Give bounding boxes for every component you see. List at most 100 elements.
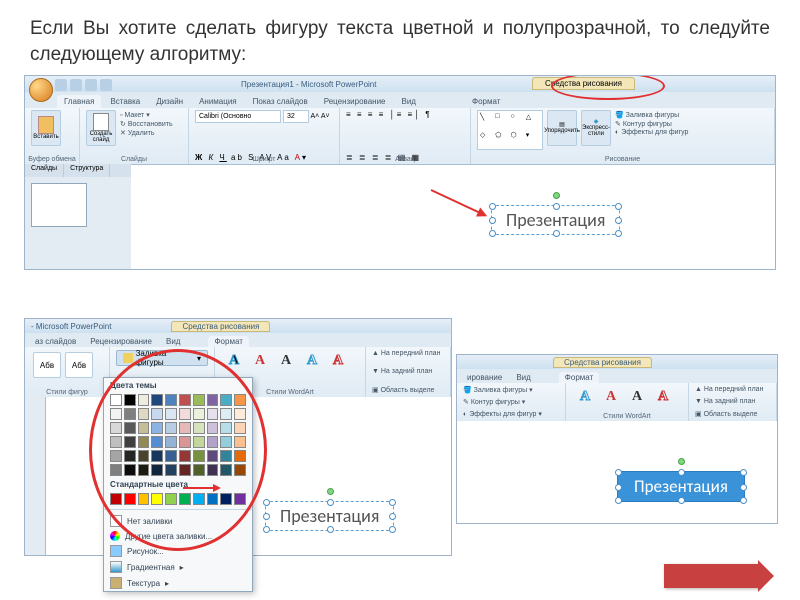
slide-canvas[interactable]: Презентация [457, 421, 777, 523]
wordart-style[interactable]: A [599, 386, 623, 408]
color-swatch[interactable] [207, 464, 219, 476]
tab-design[interactable]: Дизайн [149, 95, 190, 108]
tab-home[interactable]: Главная [57, 95, 101, 108]
color-swatch[interactable] [165, 408, 177, 420]
shape-effects-button[interactable]: ◐ Эффекты для фигур ▾ [463, 410, 559, 418]
textbox-sample[interactable]: Презентация [265, 501, 394, 531]
color-swatch[interactable] [151, 450, 163, 462]
tab-format[interactable]: Формат [465, 95, 507, 108]
color-swatch[interactable] [165, 436, 177, 448]
color-swatch[interactable] [220, 422, 232, 434]
color-swatch[interactable] [193, 464, 205, 476]
color-swatch[interactable] [193, 493, 205, 505]
tab-insert[interactable]: Вставка [103, 95, 147, 108]
color-swatch[interactable] [179, 408, 191, 420]
color-swatch[interactable] [151, 408, 163, 420]
color-swatch[interactable] [124, 464, 136, 476]
color-swatch[interactable] [138, 436, 150, 448]
texture-fill-option[interactable]: Текстура ▸ [104, 575, 252, 591]
color-swatch[interactable] [220, 436, 232, 448]
shape-effects-button[interactable]: ◐ Эффекты для фигур [615, 129, 688, 136]
color-swatch[interactable] [207, 408, 219, 420]
tab-view[interactable]: Вид [160, 336, 186, 347]
quick-styles-button[interactable]: ◆Экспресс-стили [581, 110, 611, 146]
tab-review-partial[interactable]: ирование [461, 372, 508, 383]
color-swatch[interactable] [138, 394, 150, 406]
tab-slideshow[interactable]: Показ слайдов [246, 95, 315, 108]
color-swatch[interactable] [124, 422, 136, 434]
wordart-style[interactable]: A [274, 350, 298, 372]
color-swatch[interactable] [138, 493, 150, 505]
panel-tab-outline[interactable]: Структура [64, 164, 110, 177]
wordart-style[interactable]: A [300, 350, 324, 372]
more-colors-option[interactable]: Другие цвета заливки... [104, 529, 252, 543]
shape-fill-button[interactable]: 🪣 Заливка фигуры [615, 111, 688, 119]
tab-review[interactable]: Рецензирование [84, 336, 158, 347]
color-swatch[interactable] [165, 394, 177, 406]
font-name-combo[interactable]: Calibri (Основно [195, 110, 281, 123]
wordart-style[interactable]: A [651, 386, 675, 408]
color-swatch[interactable] [110, 464, 122, 476]
reset-button[interactable]: ↻ Восстановить [120, 120, 173, 128]
arrange-button[interactable]: ▤Упорядочить [547, 110, 577, 146]
color-swatch[interactable] [138, 422, 150, 434]
contextual-tab-drawing-tools[interactable]: Средства рисования [171, 321, 270, 332]
color-swatch[interactable] [193, 394, 205, 406]
color-swatch[interactable] [193, 450, 205, 462]
delete-button[interactable]: ✕ Удалить [120, 129, 173, 137]
tab-animation[interactable]: Анимация [192, 95, 244, 108]
color-swatch[interactable] [138, 464, 150, 476]
next-step-arrow[interactable] [664, 564, 760, 588]
color-swatch[interactable] [165, 493, 177, 505]
bring-front-button[interactable]: ▲ На передний план [695, 386, 770, 393]
color-swatch[interactable] [207, 493, 219, 505]
color-swatch[interactable] [110, 493, 122, 505]
color-swatch[interactable] [179, 493, 191, 505]
color-swatch[interactable] [124, 493, 136, 505]
color-swatch[interactable] [207, 436, 219, 448]
tab-view[interactable]: Вид [395, 95, 423, 108]
tab-format[interactable]: Формат [208, 336, 248, 347]
send-back-button[interactable]: ▼ На задний план [372, 368, 444, 375]
wordart-style[interactable]: A [326, 350, 350, 372]
color-swatch[interactable] [151, 422, 163, 434]
shape-fill-dropdown[interactable]: Заливка фигуры ▾ [116, 350, 208, 366]
color-swatch[interactable] [165, 450, 177, 462]
color-swatch[interactable] [179, 394, 191, 406]
color-swatch[interactable] [234, 394, 246, 406]
color-swatch[interactable] [234, 422, 246, 434]
wordart-style[interactable]: A [222, 350, 246, 372]
gradient-fill-option[interactable]: Градиентная ▸ [104, 559, 252, 575]
color-swatch[interactable] [234, 436, 246, 448]
color-swatch[interactable] [207, 394, 219, 406]
color-swatch[interactable] [179, 450, 191, 462]
color-swatch[interactable] [220, 493, 232, 505]
slide-thumbnail[interactable] [31, 183, 87, 227]
shape-style-preset[interactable]: Абв [65, 352, 93, 378]
color-swatch[interactable] [193, 408, 205, 420]
color-swatch[interactable] [220, 408, 232, 420]
no-fill-option[interactable]: Нет заливки [104, 513, 252, 529]
color-swatch[interactable] [220, 464, 232, 476]
color-swatch[interactable] [110, 394, 122, 406]
shape-fill-button[interactable]: 🪣 Заливка фигуры ▾ [463, 386, 559, 394]
color-swatch[interactable] [124, 450, 136, 462]
send-back-button[interactable]: ▼ На задний план [695, 398, 770, 405]
color-swatch[interactable] [207, 450, 219, 462]
color-swatch[interactable] [110, 408, 122, 420]
color-swatch[interactable] [151, 464, 163, 476]
color-swatch[interactable] [207, 422, 219, 434]
color-swatch[interactable] [138, 408, 150, 420]
picture-fill-option[interactable]: Рисунок... [104, 543, 252, 559]
shape-outline-button[interactable]: ✎ Контур фигуры [615, 120, 688, 128]
textbox-sample[interactable]: Презентация [491, 205, 620, 235]
slide-canvas[interactable]: Презентация [131, 164, 775, 269]
color-swatch[interactable] [110, 436, 122, 448]
wordart-style[interactable]: A [248, 350, 272, 372]
color-swatch[interactable] [110, 422, 122, 434]
shape-style-preset[interactable]: Абв [33, 352, 61, 378]
color-swatch[interactable] [234, 408, 246, 420]
color-swatch[interactable] [234, 493, 246, 505]
contextual-tab-drawing-tools[interactable]: Средства рисования [553, 357, 652, 368]
color-swatch[interactable] [110, 450, 122, 462]
